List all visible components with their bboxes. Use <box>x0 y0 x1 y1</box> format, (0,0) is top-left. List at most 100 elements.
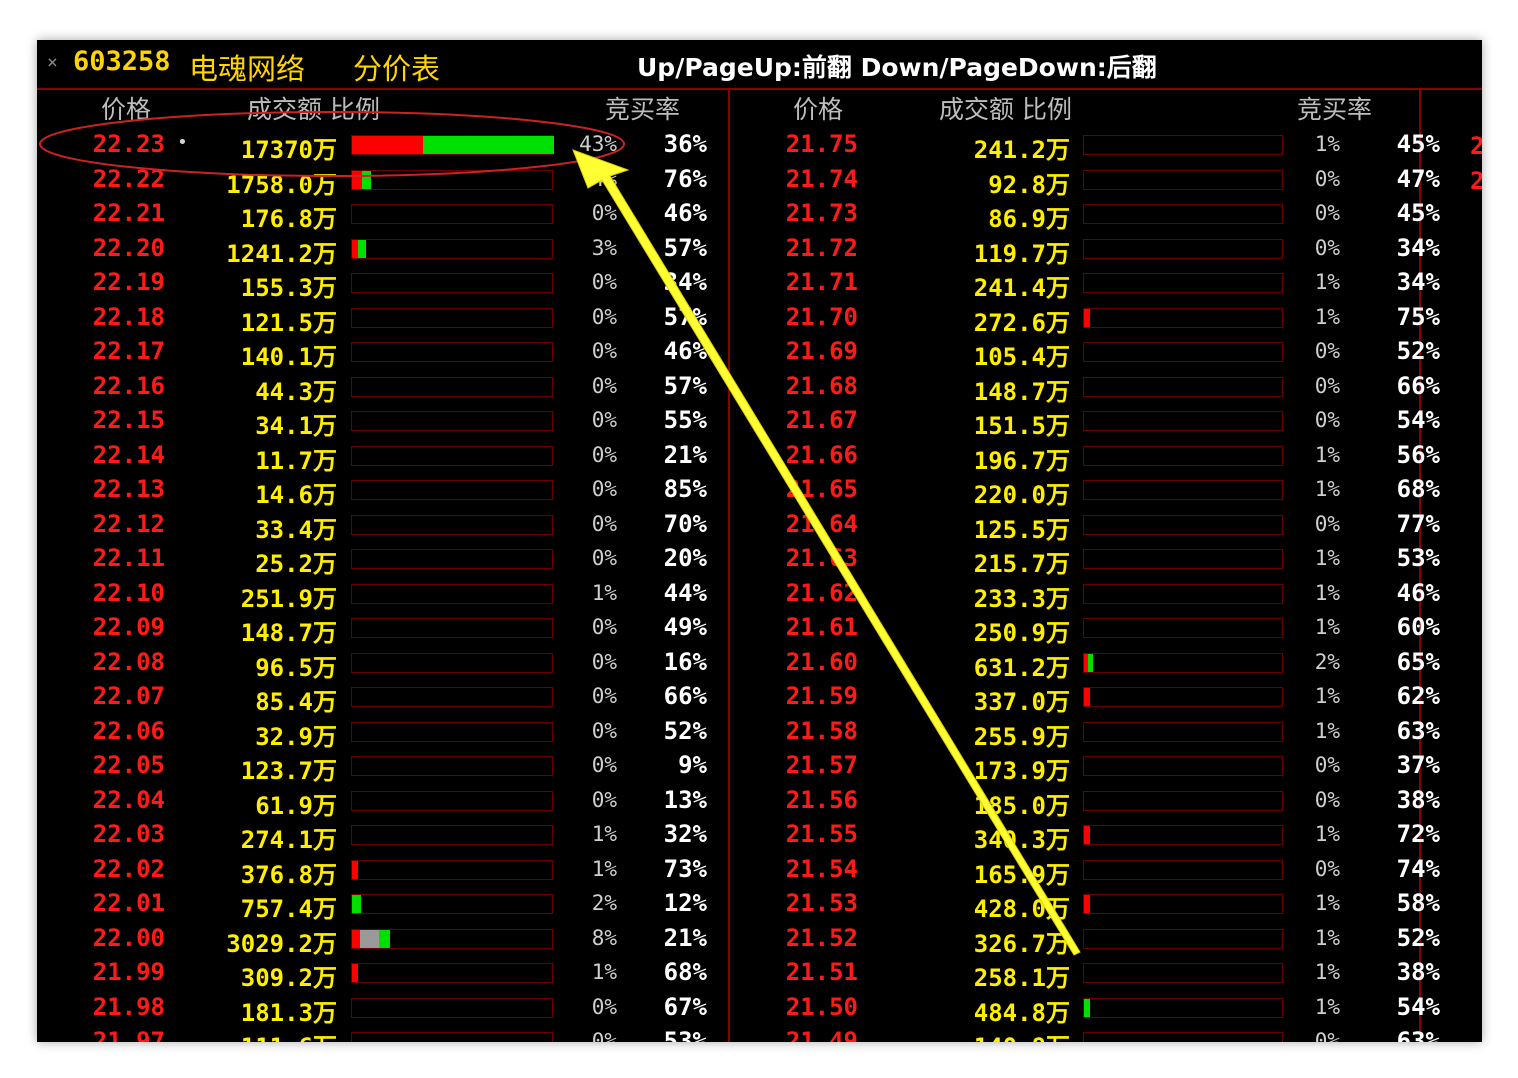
price-row[interactable]: 21.70 272.6万 1% 75% <box>730 301 1440 337</box>
price-row[interactable]: 22.08 96.5万 0% 16% <box>37 646 727 682</box>
price-row[interactable]: 21.99 309.2万 1% 68% <box>37 956 727 992</box>
price-row[interactable]: 21.68 148.7万 0% 66% <box>730 370 1440 406</box>
ratio-percent: 0% <box>591 1029 617 1042</box>
price-cell: 22.16 <box>92 371 165 400</box>
price-row[interactable]: 21.57 173.9万 0% 37% <box>730 749 1440 785</box>
price-row[interactable]: 21.64 125.5万 0% 77% <box>730 508 1440 544</box>
bid-rate-cell: 53% <box>1396 544 1440 572</box>
price-row[interactable]: 22.20 1241.2万 3% 57% <box>37 232 727 268</box>
price-cell: 21.50 <box>785 992 858 1021</box>
bid-rate-cell: 32% <box>663 820 707 848</box>
amount-cell: 25.2万 <box>255 550 337 578</box>
price-cell: 22.04 <box>92 785 165 814</box>
price-row[interactable]: 22.10 251.9万 1% 44% <box>37 577 727 613</box>
ratio-bar <box>1083 1032 1283 1042</box>
price-cell: 21.63 <box>785 544 858 572</box>
price-row[interactable]: 22.04 61.9万 0% 13% <box>37 784 727 820</box>
ratio-percent: 1% <box>591 856 617 881</box>
price-row[interactable]: 21.63 215.7万 1% 53% <box>730 542 1440 578</box>
price-row[interactable]: 21.62 233.3万 1% 46% <box>730 577 1440 613</box>
price-row[interactable]: 21.69 105.4万 0% 52% <box>730 335 1440 371</box>
price-row[interactable]: 22.11 25.2万 0% 20% <box>37 542 727 578</box>
ratio-bar <box>1083 928 1283 949</box>
price-row[interactable]: 21.59 337.0万 1% 62% <box>730 680 1440 716</box>
price-row[interactable]: 21.60 631.2万 2% 65% <box>730 646 1440 682</box>
price-row[interactable]: 21.54 165.9万 0% 74% <box>730 853 1440 889</box>
price-row[interactable]: 22.06 32.9万 0% 52% <box>37 715 727 751</box>
price-row[interactable]: 21.98 181.3万 0% 67% <box>37 991 727 1027</box>
price-row[interactable]: 21.53 428.0万 1% 58% <box>730 887 1440 923</box>
ratio-bar <box>1083 963 1283 983</box>
price-row[interactable]: 22.13 14.6万 0% 85% <box>37 473 727 509</box>
buy-fill <box>1084 895 1090 913</box>
price-row[interactable]: 21.66 196.7万 1% 56% <box>730 439 1440 475</box>
ratio-bar <box>351 342 553 362</box>
price-row[interactable]: 22.19 155.3万 0% 34% <box>37 266 727 302</box>
ratio-bar <box>1083 583 1283 604</box>
price-row[interactable]: 21.75 241.2万 1% 45% <box>730 128 1440 164</box>
stock-name: 电魂网络 <box>189 52 306 86</box>
ratio-percent: 0% <box>591 201 617 225</box>
price-row[interactable]: 21.52 326.7万 1% 52% <box>730 922 1440 958</box>
price-row[interactable]: 21.50 484.8万 1% 54% <box>730 991 1440 1027</box>
header-amount-ratio-right: 成交额 比例 <box>939 95 1072 124</box>
bid-rate-cell: 57% <box>663 302 707 331</box>
price-row[interactable]: 22.05 123.7万 0% 9% <box>37 749 727 785</box>
bid-rate-cell: 68% <box>1396 475 1440 503</box>
paging-hint: Up/PageUp:前翻 Down/PageDown:后翻 <box>637 53 1157 82</box>
price-row[interactable]: 22.03 274.1万 1% 32% <box>37 818 727 854</box>
close-icon[interactable]: × <box>47 52 58 73</box>
price-row[interactable]: 21.56 185.0万 0% 38% <box>730 784 1440 820</box>
price-row[interactable]: 21.61 250.9万 1% 60% <box>730 611 1440 647</box>
price-row[interactable]: 22.09 148.7万 0% 49% <box>37 611 727 647</box>
price-row[interactable]: 22.17 140.1万 0% 46% <box>37 335 727 371</box>
price-row[interactable]: 21.67 151.5万 0% 54% <box>730 404 1440 440</box>
ratio-percent: 0% <box>591 649 617 674</box>
ratio-bar <box>1083 514 1283 535</box>
price-row[interactable]: 21.73 86.9万 0% 45% <box>730 197 1440 233</box>
price-row[interactable]: 22.12 33.4万 0% 70% <box>37 508 727 544</box>
price-row[interactable]: 22.02 376.8万 1% 73% <box>37 853 727 889</box>
price-row[interactable]: 22.22 1758.0万 4% 76% <box>37 163 727 199</box>
price-row[interactable]: 22.23 • 17370万 43% 36% <box>37 128 727 164</box>
ratio-bar <box>351 687 553 707</box>
bid-rate-cell: 74% <box>1396 854 1440 883</box>
price-row[interactable]: 21.97 111.6万 0% 53% <box>37 1025 727 1042</box>
price-row[interactable]: 21.49 140.8万 0% 63% <box>730 1025 1440 1042</box>
amount-cell: 631.2万 <box>973 653 1070 682</box>
ratio-bar <box>351 859 553 880</box>
price-row[interactable]: 22.15 34.1万 0% 55% <box>37 404 727 440</box>
price-row[interactable]: 22.21 176.8万 0% 46% <box>37 197 727 233</box>
price-row[interactable]: 22.01 757.4万 2% 12% <box>37 887 727 923</box>
ratio-bar <box>351 480 553 500</box>
ratio-percent: 0% <box>1314 201 1340 225</box>
sell-fill <box>1088 653 1093 672</box>
ratio-bar <box>1083 825 1283 845</box>
bid-rate-cell: 47% <box>1396 164 1440 193</box>
price-row[interactable]: 21.74 92.8万 0% 47% <box>730 163 1440 199</box>
price-row[interactable]: 22.00 3029.2万 8% 21% <box>37 922 727 958</box>
price-row[interactable]: 21.72 119.7万 0% 34% <box>730 232 1440 268</box>
ratio-percent: 1% <box>1314 994 1340 1019</box>
price-row[interactable]: 22.18 121.5万 0% 57% <box>37 301 727 337</box>
amount-cell: 44.3万 <box>255 377 337 406</box>
ratio-percent: 0% <box>1314 235 1340 260</box>
neutral-fill <box>360 929 379 948</box>
price-row[interactable]: 22.14 11.7万 0% 21% <box>37 439 727 475</box>
price-cell: 21.59 <box>785 682 858 710</box>
ratio-bar <box>1083 652 1283 673</box>
ratio-bar <box>351 997 553 1018</box>
price-row[interactable]: 21.71 241.4万 1% 34% <box>730 266 1440 302</box>
price-row[interactable]: 21.55 340.3万 1% 72% <box>730 818 1440 854</box>
price-row[interactable]: 22.07 85.4万 0% 66% <box>37 680 727 716</box>
price-list-right: 21.75 241.2万 1% 45% 21.74 92.8万 0% 47% 21.73 86.9… <box>730 128 1440 1042</box>
price-row[interactable]: 21.51 258.1万 1% 38% <box>730 956 1440 992</box>
price-row[interactable]: 21.58 255.9万 1% 63% <box>730 715 1440 751</box>
amount-cell: 233.3万 <box>973 584 1070 613</box>
amount-cell: 340.3万 <box>973 826 1070 854</box>
price-row[interactable]: 21.65 220.0万 1% 68% <box>730 473 1440 509</box>
ratio-bar <box>351 825 553 845</box>
price-row[interactable]: 22.16 44.3万 0% 57% <box>37 370 727 406</box>
buy-fill <box>352 929 360 948</box>
ratio-bar <box>1083 997 1283 1018</box>
